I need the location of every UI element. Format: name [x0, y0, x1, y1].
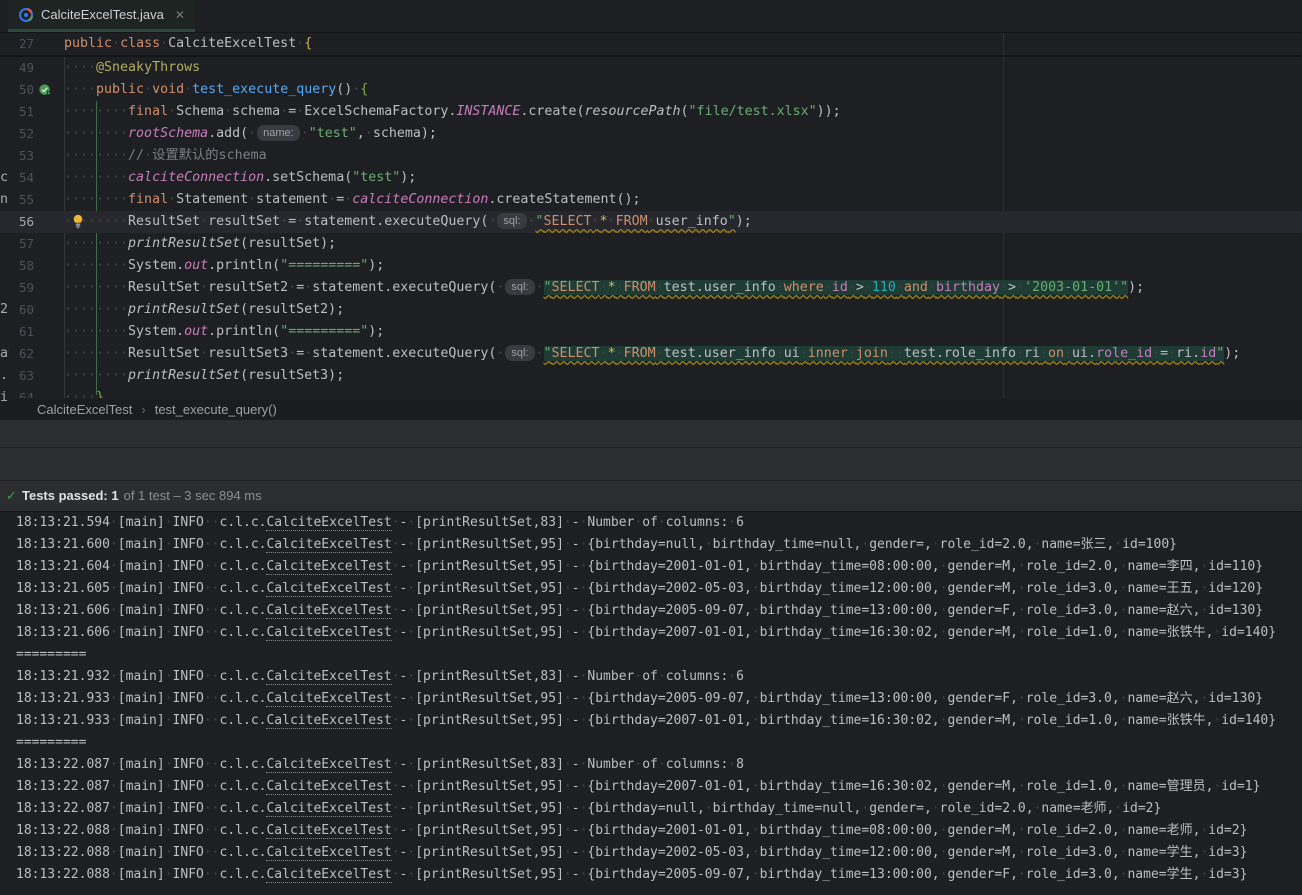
- line-number[interactable]: 50: [0, 79, 34, 101]
- editor-tab-bar: CalciteExcelTest.java ✕: [0, 0, 1302, 33]
- console-class-link[interactable]: CalciteExcelTest: [266, 669, 391, 685]
- line-number[interactable]: 49: [0, 57, 34, 79]
- run-console-output[interactable]: 18:13:21.594·[main]·INFO··c.l.c.CalciteE…: [0, 511, 1302, 895]
- console-class-link[interactable]: CalciteExcelTest: [266, 845, 391, 861]
- line-number[interactable]: 52: [0, 123, 34, 145]
- chevron-right-icon: ›: [141, 402, 145, 417]
- line-number[interactable]: 27: [0, 33, 34, 55]
- background-text-fragment: c: [0, 167, 9, 189]
- background-text-fragment: .: [0, 365, 9, 387]
- code-line-60[interactable]: 60········printResultSet(resultSet2);: [0, 299, 1302, 321]
- tab-title: CalciteExcelTest.java: [41, 7, 164, 22]
- line-number[interactable]: 51: [0, 101, 34, 123]
- console-class-link[interactable]: CalciteExcelTest: [266, 537, 391, 553]
- code-line-51[interactable]: 51········final·Schema·schema·=·ExcelSch…: [0, 101, 1302, 123]
- console-class-link[interactable]: CalciteExcelTest: [266, 801, 391, 817]
- injected-sql-fragment: "SELECT·*·FROM·test.user_info·where·id·>…: [544, 280, 1129, 295]
- console-log-line: 18:13:21.604·[main]·INFO··c.l.c.CalciteE…: [0, 556, 1302, 578]
- test-class-icon: [18, 7, 34, 23]
- console-log-line: 18:13:21.933·[main]·INFO··c.l.c.CalciteE…: [0, 710, 1302, 732]
- console-log-line: 18:13:21.605·[main]·INFO··c.l.c.CalciteE…: [0, 578, 1302, 600]
- code-line-52[interactable]: 52········rootSchema.add(·name:·"test",·…: [0, 123, 1302, 145]
- console-log-line: 18:13:21.933·[main]·INFO··c.l.c.CalciteE…: [0, 688, 1302, 710]
- line-number[interactable]: 57: [0, 233, 34, 255]
- background-text-fragment: 2: [0, 299, 9, 321]
- console-log-line: 18:13:22.087·[main]·INFO··c.l.c.CalciteE…: [0, 776, 1302, 798]
- breadcrumb-method[interactable]: test_execute_query(): [155, 402, 277, 417]
- code-line-61[interactable]: 61········System.out.println("========="…: [0, 321, 1302, 343]
- console-log-line: 18:13:21.606·[main]·INFO··c.l.c.CalciteE…: [0, 622, 1302, 644]
- injected-sql-fragment: "SELECT·*·FROM·test.user_info·ui·inner·j…: [544, 346, 1225, 361]
- inlay-hint: name:: [257, 125, 300, 141]
- line-number[interactable]: 61: [0, 321, 34, 343]
- console-class-link[interactable]: CalciteExcelTest: [266, 823, 391, 839]
- console-class-link[interactable]: CalciteExcelTest: [266, 867, 391, 883]
- inlay-hint: sql:: [497, 213, 526, 229]
- console-class-link[interactable]: CalciteExcelTest: [266, 713, 391, 729]
- code-line-53[interactable]: 53········//·设置默认的schema: [0, 145, 1302, 167]
- console-log-line: 18:13:22.087·[main]·INFO··c.l.c.CalciteE…: [0, 754, 1302, 776]
- console-log-line: 18:13:22.087·[main]·INFO··c.l.c.CalciteE…: [0, 798, 1302, 820]
- console-log-line: 18:13:22.088·[main]·INFO··c.l.c.CalciteE…: [0, 864, 1302, 886]
- console-class-link[interactable]: CalciteExcelTest: [266, 691, 391, 707]
- code-line-58[interactable]: 58········System.out.println("========="…: [0, 255, 1302, 277]
- line-number[interactable]: 59: [0, 277, 34, 299]
- code-line-63[interactable]: 63········printResultSet(resultSet3);: [0, 365, 1302, 387]
- code-line-62[interactable]: 62········ResultSet·resultSet3·=·stateme…: [0, 343, 1302, 365]
- code-line-50[interactable]: 50····public·void·test_execute_query()·{: [0, 79, 1302, 101]
- console-class-link[interactable]: CalciteExcelTest: [266, 581, 391, 597]
- breadcrumb: CalciteExcelTest › test_execute_query(): [0, 399, 1302, 420]
- code-line-56[interactable]: 56········ResultSet·resultSet·=·statemen…: [0, 211, 1302, 233]
- console-log-line: 18:13:22.088·[main]·INFO··c.l.c.CalciteE…: [0, 842, 1302, 864]
- background-text-fragment: at: [0, 343, 9, 365]
- check-icon: ✓: [6, 488, 22, 504]
- background-text-fragment: n(: [0, 189, 9, 211]
- test-tree-row: [0, 448, 1302, 481]
- code-line-64[interactable]: 64····}: [0, 387, 1302, 398]
- inlay-hint: sql:: [505, 345, 534, 361]
- tests-summary: of 1 test – 3 sec 894 ms: [124, 488, 262, 503]
- code-line-55[interactable]: 55········final·Statement·statement·=·ca…: [0, 189, 1302, 211]
- background-text-fragment: in: [0, 387, 9, 409]
- console-log-line: 18:13:22.088·[main]·INFO··c.l.c.CalciteE…: [0, 820, 1302, 842]
- line-number[interactable]: 53: [0, 145, 34, 167]
- inlay-hint: sql:: [505, 279, 534, 295]
- code-line-27[interactable]: 27public·class·CalciteExcelTest·{: [0, 33, 1302, 55]
- console-class-link[interactable]: CalciteExcelTest: [266, 515, 391, 531]
- console-log-line: 18:13:21.600·[main]·INFO··c.l.c.CalciteE…: [0, 534, 1302, 556]
- code-editor[interactable]: 27public·class·CalciteExcelTest·{49····@…: [0, 33, 1302, 398]
- intention-bulb-icon[interactable]: [71, 214, 86, 230]
- line-number[interactable]: 58: [0, 255, 34, 277]
- tests-passed-label: Tests passed: 1: [22, 488, 119, 503]
- run-toolbar-row: [0, 420, 1302, 448]
- code-line-57[interactable]: 57········printResultSet(resultSet);: [0, 233, 1302, 255]
- tab-calciteexceltest-java[interactable]: CalciteExcelTest.java ✕: [8, 0, 195, 32]
- code-line-49[interactable]: 49····@SneakyThrows: [0, 57, 1302, 79]
- console-class-link[interactable]: CalciteExcelTest: [266, 559, 391, 575]
- console-log-line: 18:13:21.606·[main]·INFO··c.l.c.CalciteE…: [0, 600, 1302, 622]
- test-status-bar: ✓ Tests passed: 1 of 1 test – 3 sec 894 …: [0, 481, 1302, 510]
- run-tool-window: ✓ Tests passed: 1 of 1 test – 3 sec 894 …: [0, 420, 1302, 511]
- injected-sql-fragment: "SELECT·*·FROM·user_info": [536, 214, 736, 229]
- console-class-link[interactable]: CalciteExcelTest: [266, 625, 391, 641]
- code-line-54[interactable]: 54········calciteConnection.setSchema("t…: [0, 167, 1302, 189]
- console-class-link[interactable]: CalciteExcelTest: [266, 757, 391, 773]
- code-line-59[interactable]: 59········ResultSet·resultSet2·=·stateme…: [0, 277, 1302, 299]
- console-class-link[interactable]: CalciteExcelTest: [266, 779, 391, 795]
- console-log-line: 18:13:21.932·[main]·INFO··c.l.c.CalciteE…: [0, 666, 1302, 688]
- console-log-line: 18:13:21.594·[main]·INFO··c.l.c.CalciteE…: [0, 512, 1302, 534]
- test-passed-gutter-icon[interactable]: [38, 83, 53, 98]
- line-number[interactable]: 56: [0, 211, 34, 233]
- tab-close-icon[interactable]: ✕: [175, 8, 185, 22]
- console-class-link[interactable]: CalciteExcelTest: [266, 603, 391, 619]
- console-separator-line: =========: [0, 644, 1302, 666]
- breadcrumb-class[interactable]: CalciteExcelTest: [37, 402, 132, 417]
- console-separator-line: =========: [0, 732, 1302, 754]
